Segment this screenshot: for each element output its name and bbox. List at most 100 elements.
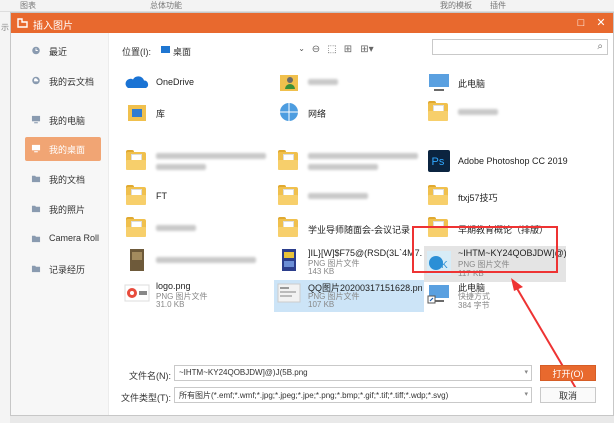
sidebar-item-camera-roll[interactable]: Camera Roll	[25, 227, 101, 251]
background-left-strip: 示	[0, 12, 10, 423]
folder-icon	[126, 150, 146, 170]
folder-icon	[428, 101, 448, 121]
sidebar-item-label: 最近	[49, 47, 68, 57]
blurred-name	[458, 109, 498, 115]
cancel-button[interactable]: 取消	[540, 387, 596, 403]
file-item-blurred[interactable]	[424, 99, 574, 127]
folder-icon	[31, 265, 41, 273]
file-name: OneDrive	[156, 77, 195, 87]
folder-icon	[31, 235, 41, 243]
view-menu-button[interactable]: ⊞▾	[357, 43, 377, 57]
search-input[interactable]: ⌕	[432, 39, 608, 55]
file-item-qq-png[interactable]: QQ图片20200317151628.png PNG 图片文件 107 KB	[274, 280, 424, 312]
blurred-name	[308, 79, 338, 85]
sidebar-item-label: Camera Roll	[49, 233, 100, 243]
blurred-name	[156, 153, 266, 159]
file-name: ]IL}[W]$F75@(RSD(3L`4M7.p...	[308, 248, 422, 258]
folder-icon	[428, 185, 448, 205]
file-item-blurred[interactable]	[274, 148, 424, 176]
blurred-name	[156, 164, 206, 170]
bg-toolbar-label: 插件	[490, 1, 506, 10]
file-item-network[interactable]: 网络	[274, 99, 424, 127]
cloud-icon	[32, 76, 40, 85]
file-size: 107 KB	[308, 300, 335, 309]
blurred-name	[308, 164, 378, 170]
sidebar-item-label: 我的桌面	[49, 145, 86, 155]
sidebar-item-my-desktop[interactable]: 我的桌面	[25, 137, 101, 161]
back-button[interactable]: ⊖	[309, 43, 323, 57]
bg-left-char: 示	[1, 23, 9, 32]
chevron-down-icon: ▾	[524, 391, 528, 398]
file-item-ftxj[interactable]: ftxj57技巧	[424, 183, 574, 211]
sidebar-item-label: 我的照片	[49, 205, 86, 215]
file-item-onedrive[interactable]: OneDrive	[122, 69, 272, 97]
shortcut-computer-icon	[427, 285, 449, 304]
sidebar-item-label: 我的云文档	[49, 77, 95, 87]
new-folder-button[interactable]: ⊞	[341, 43, 355, 57]
filename-input[interactable]: ~IHTM~KY24QOBJDW]@)J(5B.png ▾	[174, 365, 532, 381]
file-item-library[interactable]: 库	[122, 99, 272, 127]
sidebar-item-label: 记录经历	[49, 265, 86, 275]
network-icon	[280, 103, 298, 121]
filetype-select[interactable]: 所有图片(*.emf;*.wmf;*.jpg;*.jpeg;*.jpe;*.pn…	[174, 387, 532, 403]
file-name: 此电脑	[458, 79, 486, 89]
sidebar-item-my-computer[interactable]: 我的电脑	[25, 108, 101, 132]
blurred-name	[308, 153, 418, 159]
file-item-blurred[interactable]	[122, 148, 272, 176]
file-item-blurred[interactable]	[122, 247, 272, 275]
folder-icon	[278, 217, 298, 237]
dialog-title: 插入图片	[33, 21, 73, 32]
file-name: logo.png	[156, 281, 191, 291]
sidebar: 最近 我的云文档 我的电脑 我的桌面 我的文档 我的照片 Camera Roll	[11, 33, 109, 415]
sidebar-item-my-documents[interactable]: 我的文档	[25, 167, 101, 191]
folder-icon	[31, 205, 41, 213]
folder-icon	[278, 185, 298, 205]
image-thumbnail	[277, 283, 301, 303]
close-button[interactable]: ✕	[593, 15, 609, 31]
blurred-name	[156, 225, 196, 231]
sidebar-item-label: 我的文档	[49, 175, 86, 185]
blurred-name	[308, 193, 368, 199]
highlight-box	[412, 226, 558, 273]
sidebar-item-label: 我的电脑	[49, 116, 86, 126]
file-item-ft[interactable]: FT	[122, 183, 272, 211]
up-folder-button[interactable]: ⬚	[325, 43, 339, 57]
folder-icon	[31, 175, 41, 183]
insert-picture-dialog: 插入图片 □ ✕ 最近 我的云文档 我的电脑 我的桌面 我的文档 我的照片 Ca…	[10, 12, 614, 416]
sidebar-item-recent[interactable]: 最近	[25, 39, 101, 63]
folder-icon	[278, 150, 298, 170]
file-item-jil-png[interactable]: ]IL}[W]$F75@(RSD(3L`4M7.p... PNG 图片文件 14…	[274, 247, 424, 279]
svg-text:Ps: Ps	[432, 156, 445, 168]
filename-label: 文件名(N):	[129, 371, 171, 381]
file-name: 网络	[308, 109, 327, 119]
sidebar-item-my-photos[interactable]: 我的照片	[25, 197, 101, 221]
image-thumbnail	[124, 284, 150, 302]
chevron-down-icon: ▾	[524, 369, 528, 376]
onedrive-icon	[125, 76, 149, 88]
file-item-blurred[interactable]	[274, 183, 424, 211]
chevron-down-icon: ⌄	[298, 44, 305, 53]
file-name: Adobe Photoshop CC 2019	[458, 156, 568, 166]
file-item-xuexi[interactable]: 学业导师随面会-会议记录	[274, 215, 424, 243]
file-item-logo-png[interactable]: logo.png PNG 图片文件 31.0 KB	[122, 280, 272, 312]
file-size: 31.0 KB	[156, 300, 185, 309]
file-item-blurred[interactable]	[122, 215, 272, 243]
file-name: FT	[156, 191, 167, 201]
open-button[interactable]: 打开(O)	[540, 365, 596, 381]
clock-icon	[32, 46, 40, 55]
folder-icon	[126, 217, 146, 237]
location-dropdown[interactable]: 桌面 ⌄	[159, 41, 305, 59]
image-thumbnail	[282, 249, 296, 271]
maximize-button[interactable]: □	[573, 15, 589, 31]
desktop-icon	[31, 144, 41, 153]
bg-toolbar-label: 总体功能	[150, 1, 182, 10]
file-item-this-pc[interactable]: 此电脑	[424, 69, 574, 97]
wps-logo-icon	[17, 18, 28, 28]
file-item-photoshop[interactable]: Ps Adobe Photoshop CC 2019	[424, 148, 574, 176]
dialog-titlebar[interactable]: 插入图片 □ ✕	[11, 13, 613, 33]
sidebar-item-records[interactable]: 记录经历	[25, 257, 101, 281]
filetype-label: 文件类型(T):	[121, 393, 171, 403]
file-item-user-folder[interactable]	[274, 69, 424, 97]
image-thumbnail	[130, 249, 144, 271]
sidebar-item-cloud-docs[interactable]: 我的云文档	[25, 69, 101, 93]
